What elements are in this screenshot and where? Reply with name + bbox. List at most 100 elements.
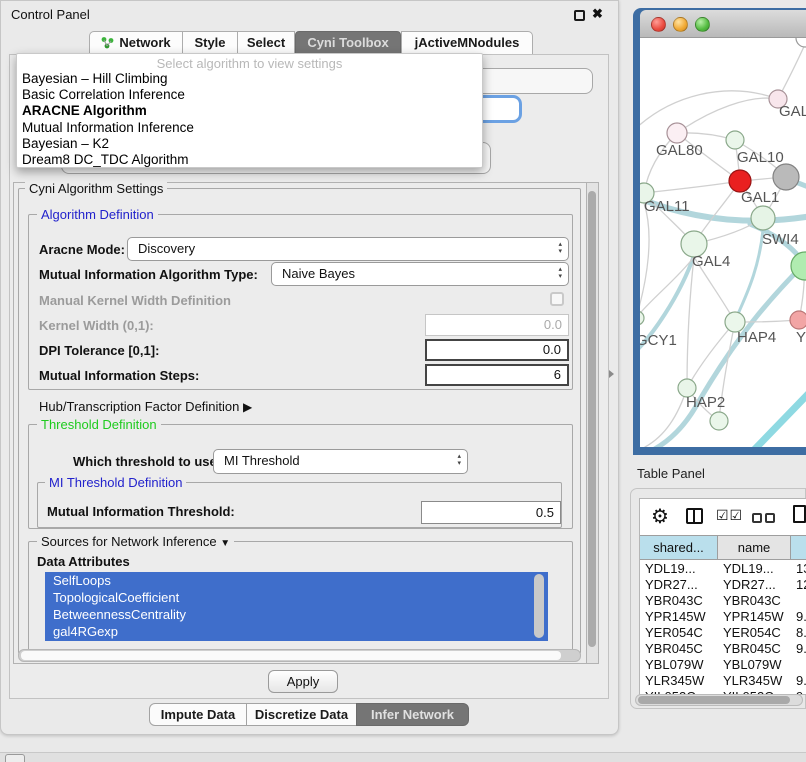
network-edge[interactable] [640, 203, 649, 318]
network-edge[interactable] [644, 181, 740, 193]
tab-style[interactable]: Style [182, 31, 238, 55]
algorithm-option[interactable]: Mutual Information Inference [17, 120, 482, 136]
table-row[interactable]: YDL19...YDL19...13 [640, 561, 806, 577]
dpi-tolerance-field[interactable]: 0.0 [425, 339, 569, 361]
table-row[interactable]: YBR043CYBR043C [640, 593, 806, 609]
tab-network[interactable]: Network [89, 31, 183, 55]
zoom-traffic-light[interactable] [695, 17, 710, 32]
table-column-header[interactable]: name [718, 536, 791, 559]
data-attribute-item[interactable]: gal4RGexp [45, 623, 548, 640]
split-divider-arrow-icon[interactable] [609, 370, 614, 378]
table-header-row: shared...name [640, 535, 806, 560]
kernel-width-field[interactable]: 0.0 [425, 314, 569, 336]
data-attribute-item[interactable]: TopologicalCoefficient [45, 589, 548, 606]
mi-type-select[interactable]: Naive Bayes ▴▾ [271, 262, 569, 286]
network-node-label: Y [796, 329, 806, 346]
network-node[interactable] [773, 164, 799, 190]
deselect-checkboxes-icon[interactable] [752, 510, 778, 528]
sources-toggle[interactable]: Sources for Network Inference ▼ [37, 534, 234, 549]
network-edge[interactable] [645, 388, 687, 447]
network-node[interactable] [640, 311, 644, 325]
algorithm-option[interactable]: Basic Correlation Inference [17, 87, 482, 103]
manual-kernel-checkbox[interactable] [550, 292, 564, 306]
horizontal-scrollbar-thumb[interactable] [21, 651, 561, 660]
mi-threshold-field[interactable]: 0.5 [421, 501, 561, 524]
tab-infer-network[interactable]: Infer Network [356, 703, 469, 726]
which-threshold-select[interactable]: MI Threshold ▴▾ [213, 449, 468, 474]
network-edge[interactable] [687, 257, 694, 388]
mi-type-label: Mutual Information Algorithm Type: [39, 267, 258, 282]
network-canvas[interactable]: GALGAL80GAL10GAL1GAL11SWI4GAL4GCY1HAP4YH… [640, 38, 806, 447]
tab-jactivemnodules[interactable]: jActiveMNodules [401, 31, 533, 55]
minimize-traffic-light[interactable] [673, 17, 688, 32]
table-row[interactable]: YBR045CYBR045C9. [640, 641, 806, 657]
table-cell: YBR043C [723, 593, 781, 609]
aracne-mode-select[interactable]: Discovery ▴▾ [127, 237, 569, 261]
manual-kernel-label: Manual Kernel Width Definition [39, 293, 231, 308]
table-cell: YDR27... [645, 577, 698, 593]
apply-button[interactable]: Apply [268, 670, 338, 693]
algorithm-option[interactable]: ARACNE Algorithm [17, 103, 482, 119]
vertical-scrollbar-thumb[interactable] [588, 191, 596, 647]
algorithm-option[interactable]: Bayesian – Hill Climbing [17, 71, 482, 87]
network-node[interactable] [796, 38, 806, 47]
table-row[interactable]: YPR145WYPR145W9. [640, 609, 806, 625]
horizontal-scrollbar-track[interactable] [18, 649, 581, 662]
data-attributes-label: Data Attributes [37, 554, 130, 569]
hub-definition-toggle[interactable]: Hub/Transcription Factor Definition ▶ [39, 399, 252, 414]
network-node-label: GAL10 [737, 149, 784, 166]
kernel-width-label: Kernel Width (0,1): [39, 318, 154, 333]
table-hscrollbar-track[interactable] [635, 694, 803, 706]
gear-icon[interactable]: ⚙ [651, 504, 669, 529]
data-attributes-list[interactable]: SelfLoopsTopologicalCoefficientBetweenne… [45, 572, 548, 641]
tab-discretize-data[interactable]: Discretize Data [246, 703, 357, 726]
network-node[interactable] [751, 206, 775, 230]
table-cell: YDR27... [723, 577, 776, 593]
select-all-checkboxes-icon[interactable]: ☑☑ [716, 507, 743, 524]
close-icon[interactable]: ✖ [592, 6, 603, 22]
table-column-header[interactable] [791, 536, 806, 559]
algorithm-option[interactable]: Bayesian – K2 [17, 136, 482, 152]
network-edge[interactable] [752, 390, 806, 447]
network-node[interactable] [667, 123, 687, 143]
tab-cyni-toolbox[interactable]: Cyni Toolbox [295, 31, 401, 55]
close-traffic-light[interactable] [651, 17, 666, 32]
table-row[interactable]: YER054CYER054C8. [640, 625, 806, 641]
network-view-window: GALGAL80GAL10GAL1GAL11SWI4GAL4GCY1HAP4YH… [633, 8, 806, 455]
table-cell: YLR345W [645, 673, 704, 689]
network-node-label: GCY1 [640, 332, 677, 349]
mi-threshold-group-title: MI Threshold Definition [45, 475, 186, 490]
algorithm-option[interactable]: Dream8 DC_TDC Algorithm [17, 152, 482, 168]
tab-select[interactable]: Select [237, 31, 295, 55]
network-edge[interactable] [735, 230, 763, 322]
network-window-titlebar[interactable] [640, 10, 806, 38]
table-cell: YPR145W [645, 609, 706, 625]
network-node-label: SWI4 [762, 231, 799, 248]
table-row[interactable]: YLR345WYLR345W9. [640, 673, 806, 689]
which-threshold-label: Which threshold to use: [73, 454, 221, 469]
data-attribute-item[interactable]: SelfLoops [45, 572, 548, 589]
control-panel-title: Control Panel [11, 7, 90, 22]
network-node-label: GAL80 [656, 142, 703, 159]
data-attribute-item[interactable]: BetweennessCentrality [45, 606, 548, 623]
table-row[interactable]: YBL079WYBL079W [640, 657, 806, 673]
network-node-label: GAL1 [741, 189, 779, 206]
network-edge[interactable] [677, 98, 778, 133]
attributes-scrollbar-thumb[interactable] [534, 574, 544, 638]
minimized-panel-icon[interactable] [5, 754, 25, 762]
tab-impute-data[interactable]: Impute Data [149, 703, 247, 726]
float-window-icon[interactable] [574, 10, 585, 21]
mi-threshold-label: Mutual Information Threshold: [47, 504, 235, 519]
network-edge[interactable] [640, 91, 778, 130]
table-column-header[interactable]: shared... [640, 536, 718, 559]
table-row[interactable]: YDR27... YDR27... 12 [640, 577, 806, 593]
network-node[interactable] [726, 131, 744, 149]
table-cell: 12 [796, 577, 806, 593]
network-node[interactable] [790, 311, 806, 329]
collapsed-arrow-icon: ▶ [243, 400, 252, 414]
network-node[interactable] [710, 412, 728, 430]
mi-steps-field[interactable]: 6 [425, 364, 569, 386]
page-icon[interactable] [793, 505, 806, 523]
columns-icon[interactable] [686, 508, 703, 524]
table-hscrollbar-thumb[interactable] [638, 696, 790, 704]
